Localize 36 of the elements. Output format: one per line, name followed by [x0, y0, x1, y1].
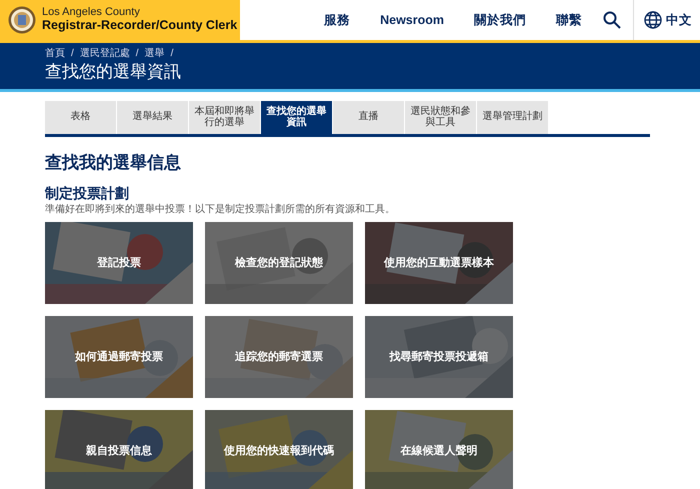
- org-name: Los Angeles County: [42, 7, 141, 19]
- tab[interactable]: 選舉結果: [117, 101, 189, 134]
- tile-link[interactable]: 追踪您的郵寄選票: [205, 316, 353, 398]
- page-title: 查找您的選舉資訊: [45, 61, 182, 83]
- section-heading: 制定投票計劃: [45, 184, 130, 202]
- tab[interactable]: 選舉管理計劃: [477, 101, 549, 134]
- tile-link[interactable]: 使用您的快速報到代碼: [205, 410, 353, 489]
- breadcrumb-separator: /: [170, 48, 174, 60]
- tile-link[interactable]: 如何通過郵寄投票: [45, 316, 193, 398]
- globe-icon[interactable]: [644, 11, 662, 29]
- nav-link[interactable]: 關於我們: [459, 10, 541, 30]
- breadcrumb-separator: /: [71, 48, 74, 60]
- tab[interactable]: 查找您的選舉資訊: [261, 101, 333, 134]
- tile-link[interactable]: 在線候選人聲明: [365, 410, 513, 489]
- tab[interactable]: 直播: [333, 101, 405, 134]
- breadcrumb-separator: /: [136, 48, 139, 60]
- tile-link[interactable]: 親自投票信息: [45, 410, 193, 489]
- tab[interactable]: 選民狀態和參與工具: [405, 101, 477, 134]
- breadcrumb-link[interactable]: 選舉: [144, 48, 165, 60]
- section-description: 準備好在即將到來的選舉中投票！以下是制定投票計劃所需的所有資源和工具。: [45, 202, 396, 218]
- tab[interactable]: 本屆和即將舉行的選舉: [189, 101, 261, 134]
- org-department: Registrar-Recorder/County Clerk: [42, 18, 238, 33]
- page-heading: 查找我的選舉信息: [45, 152, 182, 174]
- tile-link[interactable]: 找尋郵寄投票投遞箱: [365, 316, 513, 398]
- breadcrumb-link[interactable]: 首頁: [45, 48, 65, 60]
- breadcrumb-link[interactable]: 選民登記處: [80, 48, 130, 60]
- nav-link[interactable]: Newsroom: [365, 10, 459, 30]
- tile-link[interactable]: 登記投票: [45, 222, 193, 304]
- seal-icon: [8, 6, 36, 34]
- language-link[interactable]: 中文: [666, 10, 692, 30]
- tile-link[interactable]: 使用您的互動選票樣本: [365, 222, 513, 304]
- nav-link[interactable]: 聯繫: [541, 10, 597, 30]
- tile-link[interactable]: 檢查您的登記狀態: [205, 222, 353, 304]
- nav-link[interactable]: 服務: [309, 10, 366, 30]
- tab[interactable]: 表格: [45, 101, 117, 134]
- search-icon[interactable]: [603, 11, 621, 29]
